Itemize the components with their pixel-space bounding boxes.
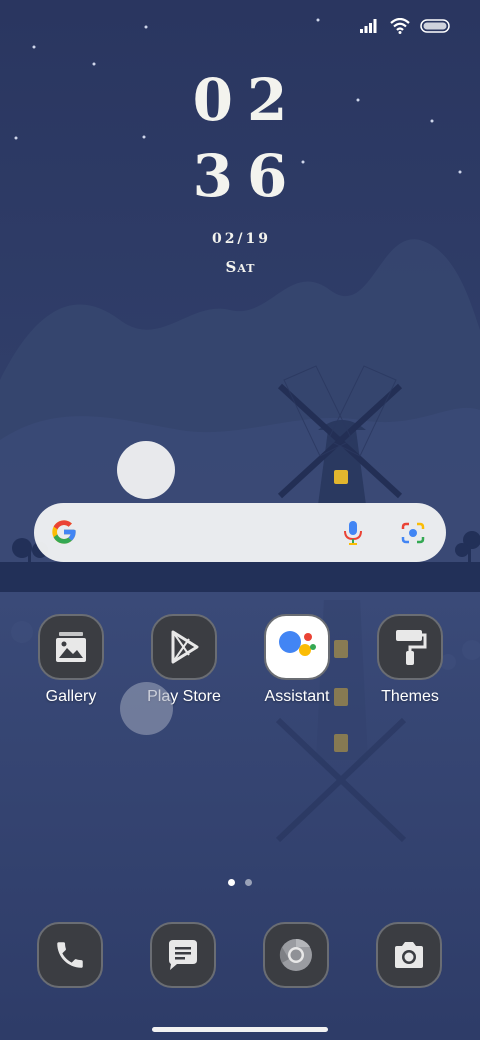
clock-weekday: Sat [225, 258, 256, 276]
page-dot-2[interactable] [245, 879, 252, 886]
clock-minutes[interactable]: 36 [0, 140, 480, 212]
app-themes[interactable]: Themes [355, 614, 465, 707]
wifi-icon [390, 18, 410, 34]
google-g-icon [52, 520, 76, 544]
google-search-bar[interactable] [34, 503, 446, 562]
status-bar [360, 18, 450, 34]
page-dot-1[interactable] [228, 879, 235, 886]
dock-chrome[interactable] [263, 922, 329, 988]
clock-date: 02/19 [211, 231, 272, 247]
page-indicator[interactable] [228, 879, 252, 886]
microphone-icon[interactable] [342, 520, 364, 546]
messages-icon[interactable] [150, 922, 216, 988]
dock-camera[interactable] [376, 922, 442, 988]
gallery-icon[interactable] [38, 614, 104, 680]
touch-indicator [117, 441, 175, 499]
phone-icon[interactable] [37, 922, 103, 988]
clock-hours[interactable]: 02 [0, 64, 480, 136]
app-assistant[interactable]: Assistant [242, 614, 352, 707]
themes-roller-icon[interactable] [377, 614, 443, 680]
home-indicator-bar[interactable] [152, 1027, 328, 1032]
play-store-icon[interactable] [151, 614, 217, 680]
app-label: Themes [381, 688, 439, 705]
assistant-icon[interactable] [264, 614, 330, 680]
app-label: Gallery [45, 688, 97, 705]
google-lens-icon[interactable] [400, 521, 426, 545]
app-label: Assistant [264, 688, 330, 705]
chrome-icon[interactable] [263, 922, 329, 988]
battery-icon [420, 19, 450, 33]
dock-messages[interactable] [150, 922, 216, 988]
signal-bars-icon [360, 19, 377, 33]
dock-phone[interactable] [37, 922, 103, 988]
app-gallery[interactable]: Gallery [16, 614, 126, 707]
camera-icon[interactable] [376, 922, 442, 988]
touch-indicator [120, 682, 173, 735]
